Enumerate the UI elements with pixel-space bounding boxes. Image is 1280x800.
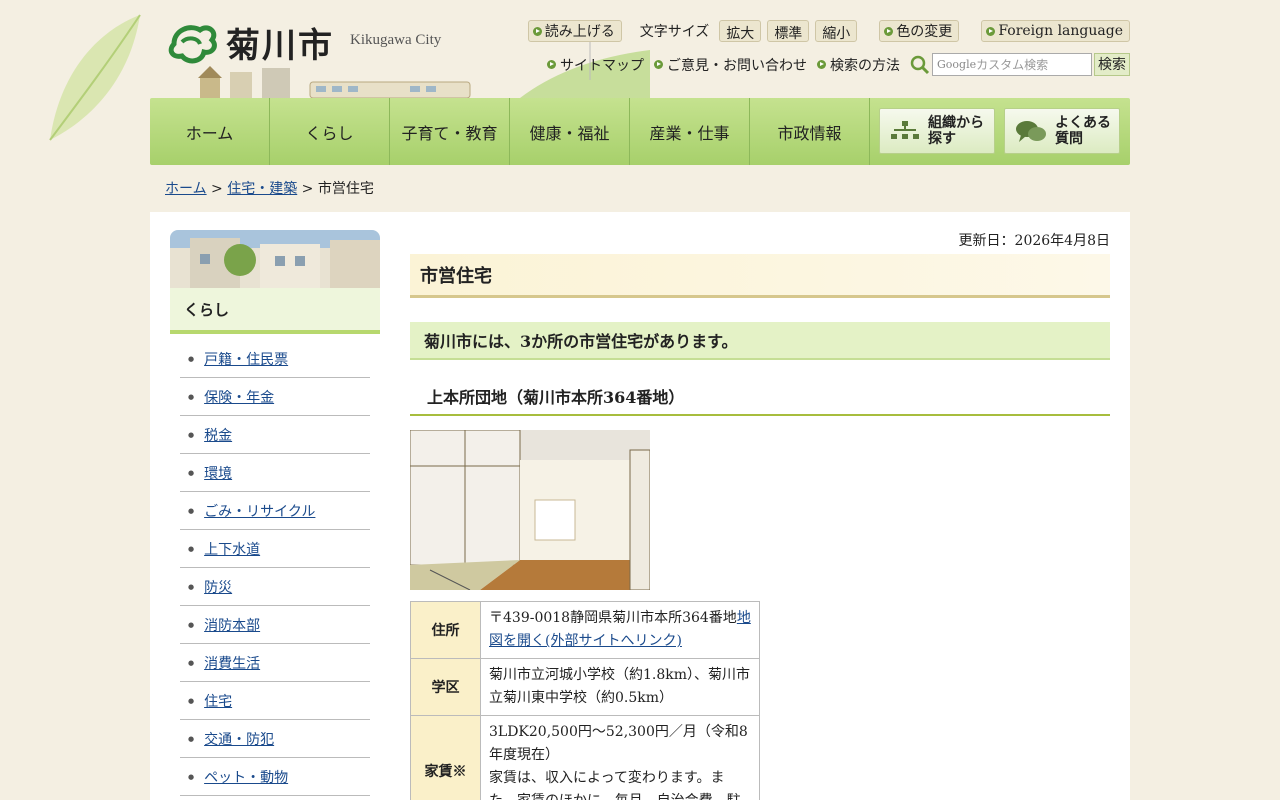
foreign-language-button[interactable]: Foreign language — [981, 20, 1130, 42]
sidebar-item-traffic-crime[interactable]: 交通・防犯 — [180, 720, 370, 758]
search-help-link[interactable]: 検索の方法 — [817, 55, 900, 75]
section-heading: 菊川市には、3か所の市営住宅があります。 — [410, 322, 1110, 360]
sidebar-link[interactable]: 消防本部 — [204, 615, 260, 635]
sidebar-link[interactable]: ペット・動物 — [204, 767, 288, 787]
sidebar-item-disaster-prevention[interactable]: 防災 — [180, 568, 370, 606]
table-row: 学区 菊川市立河城小学校（約1.8km）、菊川市立菊川東中学校（約0.5km） — [410, 658, 760, 716]
nav-city-info[interactable]: 市政情報 — [750, 98, 870, 165]
nav-home[interactable]: ホーム — [150, 98, 270, 165]
speech-bubble-icon — [1016, 121, 1046, 142]
font-size-large-button[interactable]: 拡大 — [719, 20, 762, 42]
arrow-bullet-icon — [986, 26, 996, 36]
arrow-bullet-icon — [654, 60, 663, 69]
font-size-small-button[interactable]: 縮小 — [815, 20, 858, 42]
sidebar-link[interactable]: 税金 — [204, 425, 232, 445]
sidebar-item-fire-dept[interactable]: 消防本部 — [180, 606, 370, 644]
address-text: 〒439-0018静岡県菊川市本所364番地 — [489, 610, 737, 626]
nav-health-welfare[interactable]: 健康・福祉 — [510, 98, 630, 165]
rent-text: 3LDK20,500円～52,300円／月（令和8年度現在） — [489, 724, 748, 763]
school-label: 学区 — [410, 658, 481, 716]
sidebar-item-consumer[interactable]: 消費生活 — [180, 644, 370, 682]
arrow-bullet-icon — [817, 60, 826, 69]
table-row: 住所 〒439-0018静岡県菊川市本所364番地地図を開く(外部サイトへリンク… — [410, 601, 760, 659]
school-value: 菊川市立河城小学校（約1.8km）、菊川市立菊川東中学校（約0.5km） — [480, 658, 760, 716]
search-icon — [910, 55, 930, 74]
content-area: くらし 戸籍・住民票 保険・年金 税金 環境 ごみ・リサイクル 上下水道 防災 … — [150, 212, 1130, 800]
arrow-bullet-icon — [532, 26, 542, 36]
sidebar-item-garbage-recycle[interactable]: ごみ・リサイクル — [180, 492, 370, 530]
org-search-button[interactable]: 組織から 探す — [879, 108, 995, 154]
sidebar-link[interactable]: 防災 — [204, 577, 232, 597]
breadcrumb: ホーム > 住宅・建築 > 市営住宅 — [165, 178, 374, 198]
main-content: 更新日：2026年4月8日 市営住宅 菊川市には、3か所の市営住宅があります。 … — [410, 230, 1110, 800]
subsection-heading: 上本所団地（菊川市本所364番地） — [410, 378, 1110, 416]
nav-childcare-education[interactable]: 子育て・教育 — [390, 98, 510, 165]
sidebar-item-tax[interactable]: 税金 — [180, 416, 370, 454]
sidebar-link[interactable]: 保険・年金 — [204, 387, 274, 407]
rent-label: 家賃※ — [410, 715, 481, 800]
breadcrumb-home[interactable]: ホーム — [165, 181, 207, 197]
color-change-label: 色の変更 — [896, 24, 953, 40]
arrow-bullet-icon — [547, 60, 556, 69]
breadcrumb-sep: > — [297, 181, 318, 197]
feedback-label: ご意見・お問い合わせ — [667, 57, 807, 74]
page-title: 市営住宅 — [410, 254, 1110, 298]
nav-living[interactable]: くらし — [270, 98, 390, 165]
sidebar-item-family-register[interactable]: 戸籍・住民票 — [180, 340, 370, 378]
breadcrumb-current: 市営住宅 — [317, 181, 374, 197]
read-aloud-label: 読み上げる — [544, 24, 615, 40]
sidebar-item-water-sewer[interactable]: 上下水道 — [180, 530, 370, 568]
sidebar-item-environment[interactable]: 環境 — [180, 454, 370, 492]
color-change-button[interactable]: 色の変更 — [879, 20, 960, 42]
global-nav: ホーム くらし 子育て・教育 健康・福祉 産業・仕事 市政情報 組織から 探す よ… — [150, 98, 1130, 165]
arrow-bullet-icon — [884, 26, 894, 36]
tea-leaf-decoration — [49, 14, 141, 141]
site-search: Google カスタム検索 検索 — [910, 53, 1130, 76]
sidebar-link[interactable]: 交通・防犯 — [204, 729, 274, 749]
rent-note: 家賃は、収入によって変わります。また、家賃のほかに、毎月、自治会費、駐 — [489, 770, 741, 800]
sidebar-heading: くらし — [170, 288, 380, 334]
utility-bar-top: 読み上げる 文字サイズ 拡大 標準 縮小 色の変更 Foreign langua… — [527, 20, 1130, 42]
sidebar-item-housing[interactable]: 住宅 — [180, 682, 370, 720]
sidebar-item-insurance-pension[interactable]: 保険・年金 — [180, 378, 370, 416]
search-input[interactable]: Google カスタム検索 — [932, 53, 1092, 76]
site-header: 菊川市 Kikugawa City 読み上げる 文字サイズ 拡大 標準 縮小 色… — [150, 0, 1130, 100]
sidebar-link[interactable]: 消費生活 — [204, 653, 260, 673]
sidebar-item-pets-animals[interactable]: ペット・動物 — [180, 758, 370, 796]
sitemap-link[interactable]: サイトマップ — [547, 55, 644, 75]
search-placeholder: カスタム検索 — [976, 58, 1049, 72]
feedback-link[interactable]: ご意見・お問い合わせ — [654, 55, 807, 75]
faq-button[interactable]: よくある 質問 — [1004, 108, 1120, 154]
table-row: 家賃※ 3LDK20,500円～52,300円／月（令和8年度現在） 家賃は、収… — [410, 715, 760, 800]
faq-label: よくある 質問 — [1055, 115, 1111, 147]
font-size-standard-button[interactable]: 標準 — [767, 20, 810, 42]
rent-value: 3LDK20,500円～52,300円／月（令和8年度現在） 家賃は、収入によっ… — [480, 715, 760, 800]
nav-industry-work[interactable]: 産業・仕事 — [630, 98, 750, 165]
sidebar-link[interactable]: 戸籍・住民票 — [204, 349, 288, 369]
sidebar: くらし 戸籍・住民票 保険・年金 税金 環境 ごみ・リサイクル 上下水道 防災 … — [170, 230, 380, 796]
address-value: 〒439-0018静岡県菊川市本所364番地地図を開く(外部サイトへリンク) — [480, 601, 760, 659]
read-aloud-button[interactable]: 読み上げる — [527, 20, 622, 42]
sidebar-link[interactable]: 住宅 — [204, 691, 232, 711]
breadcrumb-sep: > — [206, 181, 228, 197]
sidebar-link[interactable]: ごみ・リサイクル — [204, 501, 315, 521]
foreign-language-label: Foreign language — [998, 23, 1123, 39]
search-help-label: 検索の方法 — [830, 57, 900, 74]
search-button[interactable]: 検索 — [1094, 53, 1130, 76]
sitemap-label: サイトマップ — [560, 57, 644, 74]
room-photo — [410, 430, 650, 590]
breadcrumb-housing[interactable]: 住宅・建築 — [227, 181, 297, 197]
utility-bar-bottom: サイトマップ ご意見・お問い合わせ 検索の方法 Google カスタム検索 検索 — [547, 53, 1130, 76]
housing-info-table: 住所 〒439-0018静岡県菊川市本所364番地地図を開く(外部サイトへリンク… — [410, 601, 760, 800]
sidebar-link[interactable]: 環境 — [204, 463, 232, 483]
font-size-label: 文字サイズ — [639, 24, 710, 40]
org-chart-icon — [891, 121, 919, 139]
sidebar-header-photo — [170, 230, 380, 288]
updated-date: 更新日：2026年4月8日 — [958, 233, 1110, 249]
search-brand: Google — [937, 58, 977, 71]
sidebar-link[interactable]: 上下水道 — [204, 539, 260, 559]
address-label: 住所 — [410, 601, 481, 659]
org-search-label: 組織から 探す — [928, 115, 984, 147]
